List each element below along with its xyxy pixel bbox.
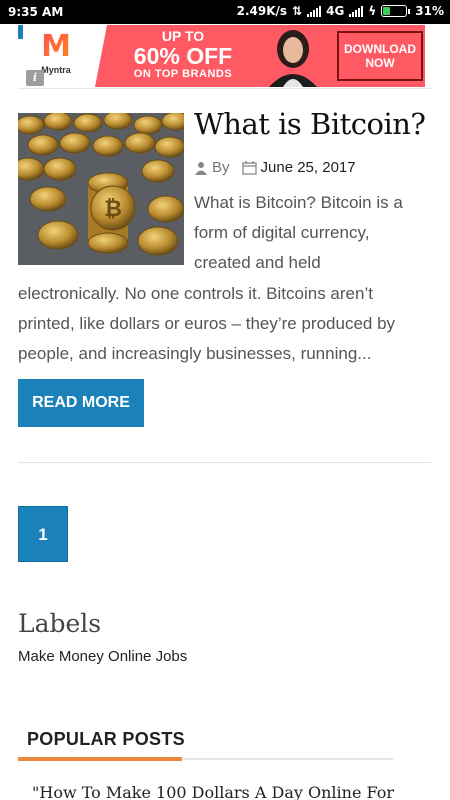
network-speed: 2.49K/s [236, 4, 288, 18]
post-author-label: By [212, 159, 230, 176]
excerpt-line: What is Bitcoin? Bitcoin is a [194, 193, 403, 212]
battery-percent: 31% [415, 4, 444, 18]
excerpt-line: people, and increasingly businesses, run… [18, 344, 372, 363]
post-date: June 25, 2017 [260, 159, 356, 176]
excerpt-line: form of digital currency, [194, 223, 370, 242]
ad-offer-line1: UP TO [161, 28, 205, 44]
signal-icon [307, 5, 322, 17]
excerpt-line: printed, like dollars or euros – they’re… [18, 314, 396, 333]
ad-offer-text: UP TO 60% OFF ON TOP BRANDS [113, 28, 253, 81]
post-thumbnail-image[interactable]: ₿ [18, 113, 184, 265]
status-icons: 2.49K/s ⇅ 4G ϟ 31% [237, 4, 444, 18]
network-type: 4G [326, 4, 345, 18]
labels-heading: Labels [18, 609, 102, 638]
signal-icon [349, 5, 364, 17]
heading-underline [18, 757, 182, 761]
section-accent-bar [18, 25, 23, 39]
post-meta: By June 25, 2017 [194, 159, 356, 176]
ad-offer-line2: 60% OFF [133, 43, 233, 69]
excerpt-line: electronically. No one controls it. Bitc… [18, 284, 373, 303]
ad-model-image [259, 25, 325, 87]
popular-posts-heading: POPULAR POSTS [27, 729, 185, 749]
svg-text:₿: ₿ [104, 197, 122, 222]
ad-download-button[interactable]: DOWNLOAD NOW [337, 31, 423, 81]
data-transfer-icon: ⇅ [292, 4, 303, 18]
user-icon [195, 161, 207, 175]
ad-info-icon[interactable]: i [26, 70, 44, 86]
divider [18, 88, 431, 89]
excerpt-line: created and held [194, 253, 321, 272]
status-bar: 9:35 AM 2.49K/s ⇅ 4G ϟ 31% [0, 0, 450, 24]
label-link[interactable]: Make Money Online Jobs [18, 648, 187, 665]
post-title[interactable]: What is Bitcoin? [194, 107, 426, 141]
divider [18, 462, 431, 463]
status-time: 9:35 AM [8, 5, 64, 19]
calendar-icon [241, 161, 257, 175]
read-more-button[interactable]: READ MORE [18, 379, 144, 427]
ad-offer-line3: ON TOP BRANDS [133, 68, 233, 80]
popular-post-link[interactable]: "How To Make 100 Dollars A Day Online Fo… [32, 783, 394, 800]
battery-icon [381, 5, 411, 17]
myntra-logo-icon: M [25, 29, 87, 65]
ad-banner[interactable]: M Myntra UP TO 60% OFF ON TOP BRANDS DOW… [25, 25, 425, 87]
charging-icon: ϟ [368, 4, 377, 18]
pagination-page-1[interactable]: 1 [18, 506, 68, 562]
